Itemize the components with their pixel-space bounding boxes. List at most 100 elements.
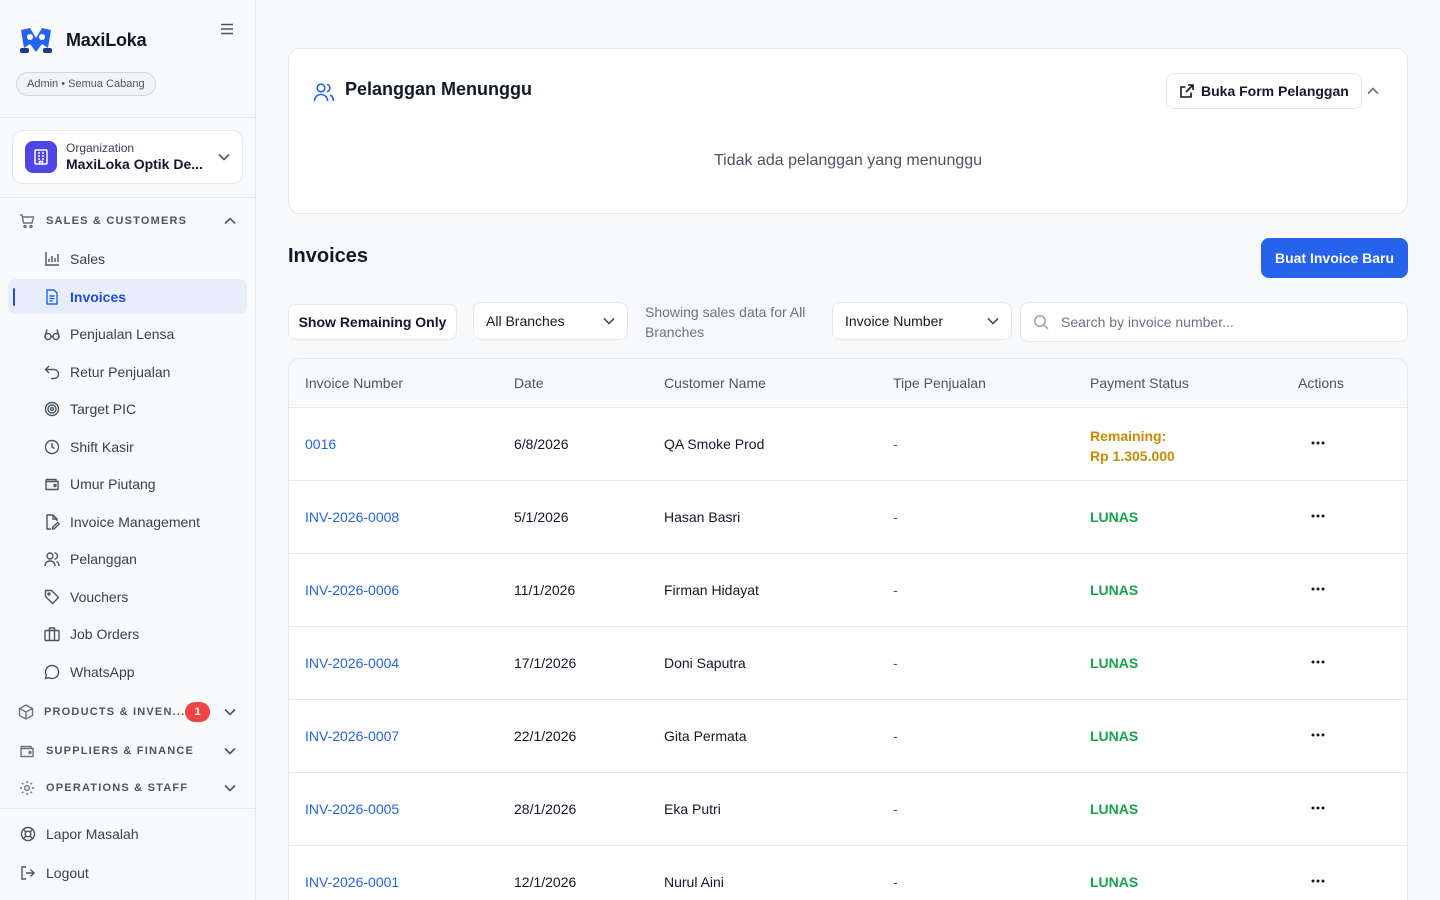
more-actions-icon[interactable] (1306, 433, 1330, 453)
sidebar-item-job-orders[interactable]: Job Orders (8, 616, 247, 651)
sale-type: - (893, 801, 898, 817)
cart-icon (18, 212, 36, 230)
sidebar-item-vouchers[interactable]: Vouchers (8, 579, 247, 614)
customer-name: Eka Putri (664, 801, 721, 817)
invoice-date: 17/1/2026 (514, 655, 577, 671)
invoice-number-link[interactable]: INV-2026-0001 (305, 874, 399, 890)
search-input[interactable] (1061, 314, 1395, 330)
page-title: Invoices (288, 245, 369, 267)
bar-chart-icon (44, 251, 60, 267)
payment-status-paid: LUNAS (1090, 582, 1139, 598)
sidebar-item-label: Invoices (70, 288, 127, 305)
chevron-down-icon (987, 317, 999, 325)
chevron-down-icon (218, 153, 230, 161)
table-row[interactable]: 0016 6/8/2026 QA Smoke Prod - Remaining:… (289, 408, 1407, 481)
sidebar-item-target-pic[interactable]: Target PIC (8, 391, 247, 426)
sidebar-item-pelanggan[interactable]: Pelanggan (8, 541, 247, 576)
invoice-number-link[interactable]: INV-2026-0006 (305, 582, 399, 598)
column-header-invoice-number[interactable]: Invoice Number (305, 375, 403, 391)
customer-name: Gita Permata (664, 728, 747, 744)
org-name: MaxiLoka Optik De... (66, 155, 203, 172)
section-suppliers-finance[interactable]: SUPPLIERS & FINANCE (18, 739, 240, 763)
organization-switcher[interactable]: Organization MaxiLoka Optik De... (12, 130, 243, 184)
column-header-customer-name[interactable]: Customer Name (664, 375, 766, 391)
sidebar-item-retur-penjualan[interactable]: Retur Penjualan (8, 354, 247, 389)
chevron-down-icon (224, 747, 236, 755)
clock-icon (44, 439, 60, 455)
payment-status-paid: LUNAS (1090, 509, 1139, 525)
remaining-label: Remaining: (1090, 428, 1167, 444)
section-operations-staff[interactable]: OPERATIONS & STAFF (18, 776, 240, 800)
collapse-chevron-up-icon[interactable] (1363, 81, 1383, 101)
payment-status-remaining: Remaining: Rp 1.305.000 (1090, 426, 1175, 466)
logout-link[interactable]: Logout (20, 862, 89, 884)
invoice-number-link[interactable]: 0016 (305, 436, 336, 452)
sidebar-item-label: Sales (70, 250, 106, 267)
section-products-inventory[interactable]: PRODUCTS & INVEN... 1 (18, 700, 240, 724)
column-header-payment-status[interactable]: Payment Status (1090, 375, 1189, 391)
sidebar-item-label: Target PIC (70, 400, 137, 417)
sidebar-item-label: Pelanggan (70, 550, 137, 567)
more-actions-icon[interactable] (1306, 798, 1330, 818)
sidebar-item-label: Job Orders (70, 625, 140, 642)
menu-toggle-icon[interactable] (216, 18, 238, 40)
search-field-select[interactable]: Invoice Number (832, 302, 1012, 340)
sale-type: - (893, 509, 898, 525)
search-box (1020, 302, 1408, 342)
gear-icon (18, 779, 36, 797)
role-badge: Admin • Semua Cabang (16, 72, 156, 96)
sale-type: - (893, 655, 898, 671)
section-title: PRODUCTS & INVEN... (44, 706, 186, 718)
sidebar-item-sales[interactable]: Sales (8, 241, 247, 276)
report-issue-link[interactable]: Lapor Masalah (20, 823, 139, 845)
box-icon (18, 703, 34, 721)
invoice-date: 6/8/2026 (514, 436, 569, 452)
wallet-icon (44, 476, 60, 492)
more-actions-icon[interactable] (1306, 579, 1330, 599)
table-row[interactable]: INV-2026-0005 28/1/2026 Eka Putri - LUNA… (289, 773, 1407, 846)
customer-name: QA Smoke Prod (664, 436, 765, 452)
customer-name: Hasan Basri (664, 509, 741, 525)
sidebar-item-shift-kasir[interactable]: Shift Kasir (8, 429, 247, 464)
show-remaining-only-button[interactable]: Show Remaining Only (288, 304, 457, 340)
table-row[interactable]: INV-2026-0007 22/1/2026 Gita Permata - L… (289, 700, 1407, 773)
more-actions-icon[interactable] (1306, 506, 1330, 526)
sidebar-item-umur-piutang[interactable]: Umur Piutang (8, 466, 247, 501)
more-actions-icon[interactable] (1306, 871, 1330, 891)
invoice-number-link[interactable]: INV-2026-0008 (305, 509, 399, 525)
customer-name: Doni Saputra (664, 655, 746, 671)
divider (0, 197, 255, 198)
sidebar-item-invoices[interactable]: Invoices (8, 279, 247, 314)
sidebar: MaxiLoka Admin • Semua Cabang Organizati… (0, 0, 256, 900)
sidebar-item-whatsapp[interactable]: WhatsApp (8, 654, 247, 689)
sidebar-item-label: Vouchers (70, 588, 129, 605)
branch-select[interactable]: All Branches (473, 302, 628, 340)
invoice-number-link[interactable]: INV-2026-0004 (305, 655, 399, 671)
section-sales-customers[interactable]: SALES & CUSTOMERS (18, 209, 240, 233)
sidebar-item-penjualan-lensa[interactable]: Penjualan Lensa (8, 316, 247, 351)
payment-status-paid: LUNAS (1090, 655, 1139, 671)
undo-icon (44, 364, 60, 380)
org-label: Organization (66, 141, 135, 156)
sale-type: - (893, 728, 898, 744)
more-actions-icon[interactable] (1306, 652, 1330, 672)
open-customer-form-button[interactable]: Buka Form Pelanggan (1166, 73, 1362, 109)
search-icon (1033, 314, 1049, 330)
branch-select-value: All Branches (486, 313, 565, 329)
invoice-number-link[interactable]: INV-2026-0007 (305, 728, 399, 744)
table-row[interactable]: INV-2026-0004 17/1/2026 Doni Saputra - L… (289, 627, 1407, 700)
create-invoice-button[interactable]: Buat Invoice Baru (1261, 238, 1408, 278)
waiting-customers-title: Pelanggan Menunggu (345, 79, 532, 99)
table-row[interactable]: INV-2026-0006 11/1/2026 Firman Hidayat -… (289, 554, 1407, 627)
column-header-tipe-penjualan[interactable]: Tipe Penjualan (893, 375, 986, 391)
table-row[interactable]: INV-2026-0001 12/1/2026 Nurul Aini - LUN… (289, 846, 1407, 900)
invoice-number-link[interactable]: INV-2026-0005 (305, 801, 399, 817)
sidebar-item-label: Penjualan Lensa (70, 325, 175, 342)
brand[interactable]: MaxiLoka (18, 24, 147, 56)
more-actions-icon[interactable] (1306, 725, 1330, 745)
invoice-date: 11/1/2026 (514, 582, 576, 598)
sidebar-item-invoice-management[interactable]: Invoice Management (8, 504, 247, 539)
column-header-date[interactable]: Date (514, 375, 544, 391)
table-row[interactable]: INV-2026-0008 5/1/2026 Hasan Basri - LUN… (289, 481, 1407, 554)
showing-data-text: Showing sales data for All Branches (645, 304, 806, 340)
